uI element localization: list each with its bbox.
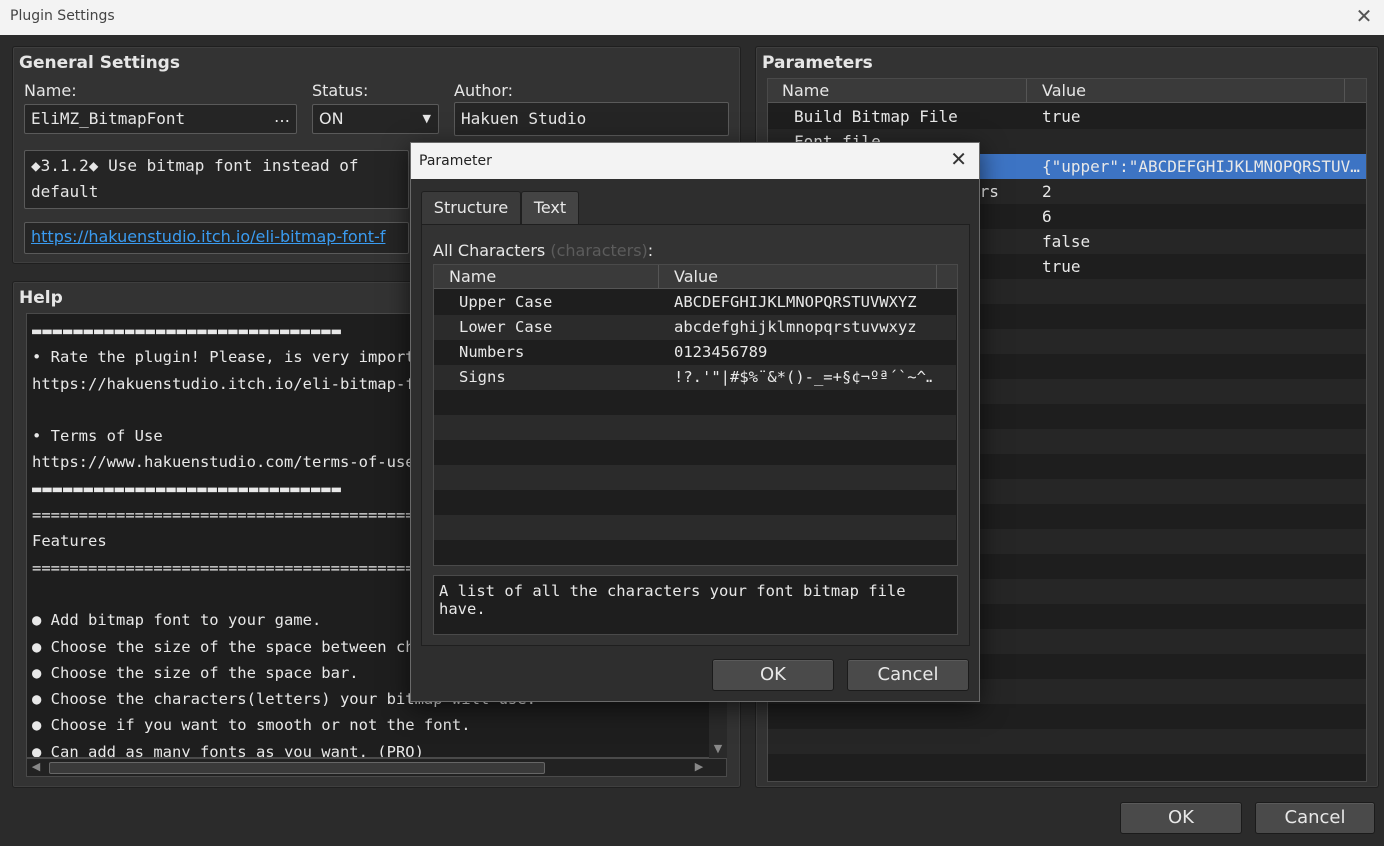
scroll-left-icon[interactable]: ◀ [28, 760, 44, 776]
character-name: Upper Case [459, 293, 553, 311]
help-title: Help [19, 288, 63, 308]
scroll-right-icon[interactable]: ▶ [691, 760, 707, 776]
url-field[interactable]: https://hakuenstudio.itch.io/eli-bitmap-… [24, 222, 409, 254]
author-label: Author: [454, 81, 513, 100]
help-horizontal-scrollbar[interactable]: ◀ ▶ [26, 758, 727, 777]
field-label: All Characters (characters): [433, 241, 653, 260]
chevron-down-icon: ▼ [422, 112, 431, 125]
status-value: ON [319, 109, 344, 128]
ok-button[interactable]: OK [1120, 802, 1242, 834]
plugin-url-link[interactable]: https://hakuenstudio.itch.io/eli-bitmap-… [31, 227, 385, 246]
character-row[interactable]: Signs !?.'"|#$%¨&*()-_=+§¢¬ºª´`~^… [434, 365, 956, 390]
param-col-value[interactable]: Value [1042, 79, 1086, 103]
character-name: Numbers [459, 343, 525, 361]
name-field[interactable]: EliMZ_BitmapFont … [24, 104, 297, 134]
parameter-value: {"upper":"ABCDEFGHIJKLMNOPQRSTUV… [1042, 157, 1360, 176]
character-value: !?.'"|#$%¨&*()-_=+§¢¬ºª´`~^… [674, 368, 932, 386]
character-row[interactable]: Lower Case abcdefghijklmnopqrstuvwxyz [434, 315, 956, 340]
dialog-cancel-button[interactable]: Cancel [847, 659, 969, 691]
parameter-row[interactable]: Build Bitmap File true [768, 104, 1366, 129]
name-label: Name: [24, 81, 77, 100]
author-value: Hakuen Studio [461, 109, 587, 128]
parameter-row[interactable] [768, 754, 1366, 779]
window-titlebar: Plugin Settings ✕ [0, 0, 1384, 35]
dialog-ok-button[interactable]: OK [712, 659, 834, 691]
characters-table: Name Value Upper Case ABCDEFGHIJKLMNOPQRS… [433, 264, 958, 566]
tab-text[interactable]: Text [521, 191, 579, 224]
field-type: (characters) [550, 241, 648, 260]
general-settings-title: General Settings [19, 53, 180, 73]
parameters-table-header: Name Value [768, 79, 1366, 103]
char-col-name[interactable]: Name [449, 265, 496, 289]
tab-structure[interactable]: Structure [421, 191, 521, 224]
character-name: Signs [459, 368, 506, 386]
param-col-name[interactable]: Name [782, 79, 829, 103]
description-text: ◆3.1.2◆ Use bitmap font instead of defau… [31, 156, 359, 201]
cancel-button[interactable]: Cancel [1255, 802, 1375, 834]
character-row[interactable]: Numbers 0123456789 [434, 340, 956, 365]
description-field[interactable]: ◆3.1.2◆ Use bitmap font instead of defau… [24, 150, 409, 209]
character-row[interactable] [434, 415, 956, 440]
help-line: ● Can add as many fonts as you want. (PR… [32, 742, 424, 758]
characters-table-header: Name Value [434, 265, 957, 289]
dialog-close-icon[interactable]: ✕ [950, 147, 967, 171]
parameter-description: A list of all the characters your font b… [433, 575, 958, 635]
character-row[interactable] [434, 515, 956, 540]
field-colon: : [647, 241, 654, 260]
close-icon[interactable]: ✕ [1352, 4, 1376, 28]
character-row[interactable] [434, 540, 956, 565]
character-row[interactable]: Upper Case ABCDEFGHIJKLMNOPQRSTUVWXYZ [434, 290, 956, 315]
character-value: 0123456789 [674, 343, 768, 361]
character-row[interactable] [434, 465, 956, 490]
character-name: Lower Case [459, 318, 553, 336]
parameter-dialog: Parameter ✕ Structure Text All Character… [410, 142, 980, 702]
character-value: ABCDEFGHIJKLMNOPQRSTUVWXYZ [674, 293, 917, 311]
parameter-value: false [1042, 232, 1091, 251]
structure-tab-panel: All Characters (characters): Name Value … [421, 224, 970, 646]
dialog-title: Parameter [419, 153, 492, 169]
status-label: Status: [312, 81, 369, 100]
horizontal-scroll-thumb[interactable] [49, 762, 545, 774]
parameter-value: true [1042, 107, 1081, 126]
character-row[interactable] [434, 390, 956, 415]
character-row[interactable] [434, 490, 956, 515]
parameter-value: 6 [1042, 207, 1052, 226]
character-value: abcdefghijklmnopqrstuvwxyz [674, 318, 917, 336]
parameter-name: Build Bitmap File [794, 107, 958, 126]
dialog-titlebar: Parameter ✕ [411, 143, 979, 179]
char-col-value[interactable]: Value [674, 265, 718, 289]
name-value: EliMZ_BitmapFont [31, 109, 186, 128]
parameters-title: Parameters [762, 53, 873, 73]
status-select[interactable]: ON ▼ [312, 104, 439, 134]
parameter-row[interactable] [768, 704, 1366, 729]
parameter-row[interactable] [768, 729, 1366, 754]
help-line: ● Choose if you want to smooth or not th… [32, 716, 471, 735]
more-icon[interactable]: … [274, 103, 290, 131]
field-name: All Characters [433, 241, 546, 260]
scroll-down-icon[interactable]: ▼ [709, 742, 727, 758]
character-row[interactable] [434, 440, 956, 465]
parameter-value: 2 [1042, 182, 1052, 201]
parameter-value: true [1042, 257, 1081, 276]
window-title: Plugin Settings [10, 8, 115, 24]
author-field[interactable]: Hakuen Studio [454, 102, 729, 136]
